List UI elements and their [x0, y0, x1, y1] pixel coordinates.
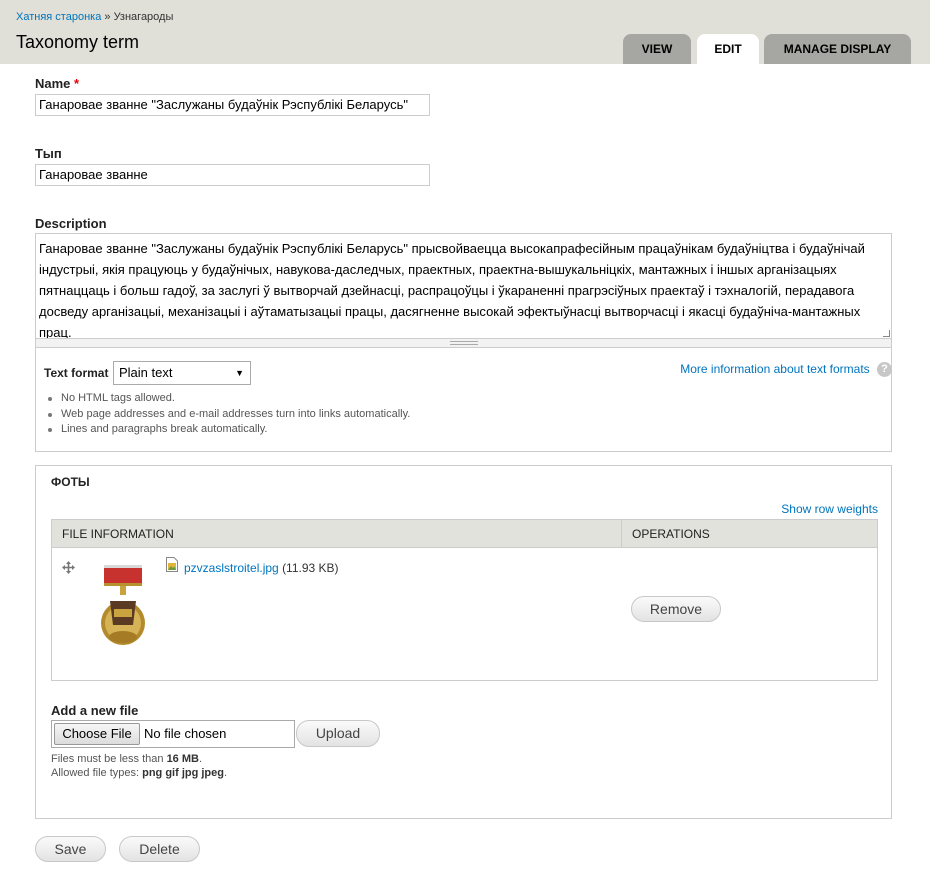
text-format-tips: No HTML tags allowed. Web page addresses… [45, 391, 410, 438]
resize-corner-icon[interactable] [883, 330, 890, 337]
choose-file-label: Choose File [62, 726, 132, 741]
name-label: Name * [35, 76, 79, 91]
table-header-row: File information Operations [52, 520, 877, 548]
medal-thumbnail-image [101, 565, 145, 645]
file-input[interactable]: Choose File No file chosen [51, 720, 295, 748]
files-table: File information Operations [51, 519, 878, 681]
tab-manage-display[interactable]: Manage display [764, 34, 911, 64]
text-format-label: Text format [44, 366, 109, 380]
page-header: Хатняя старонка » Узнагароды Taxonomy te… [0, 0, 930, 64]
file-types-suffix: . [223, 767, 228, 779]
type-label: Тып [35, 146, 62, 161]
file-types-prefix: Allowed file types: [51, 767, 140, 779]
save-button[interactable]: Save [35, 836, 106, 862]
tip-item: No HTML tags allowed. [45, 391, 410, 407]
upload-button[interactable]: Upload [296, 720, 380, 747]
delete-button[interactable]: Delete [119, 836, 200, 862]
show-row-weights-link[interactable]: Show row weights [781, 502, 878, 516]
column-header-file-information: File information [62, 527, 174, 541]
description-textarea[interactable]: Ганаровае званне "Заслужаны будаўнік Рэс… [35, 233, 892, 339]
drag-handle-icon[interactable] [62, 561, 75, 574]
tab-edit[interactable]: Edit [697, 34, 759, 64]
no-file-chosen-text: No file chosen [144, 726, 227, 741]
name-label-text: Name [35, 76, 71, 91]
image-file-icon [166, 557, 178, 572]
text-format-select[interactable]: Plain text ▼ [113, 361, 251, 385]
file-link[interactable]: pzvzaslstroitel.jpg [184, 561, 279, 575]
file-size-suffix: . [198, 753, 203, 765]
breadcrumb-current: Узнагароды [113, 11, 174, 23]
file-size-limit: Files must be less than 16 MB. [51, 753, 202, 765]
file-size: (11.93 KB) [282, 561, 339, 575]
breadcrumb-home-link[interactable]: Хатняя старонка [16, 11, 101, 23]
description-value: Ганаровае званне "Заслужаны будаўнік Рэс… [39, 241, 865, 339]
breadcrumb-separator: » [104, 11, 111, 23]
delete-button-label: Delete [139, 841, 180, 857]
remove-button[interactable]: Remove [631, 596, 721, 622]
question-icon[interactable]: ? [877, 362, 892, 378]
grip-lines-icon [450, 341, 478, 345]
column-header-operations: Operations [632, 527, 710, 541]
text-format-selected: Plain text [119, 365, 173, 380]
textarea-resize-handle[interactable] [35, 339, 892, 348]
file-size-value: 16 MB [166, 753, 199, 765]
page-title: Taxonomy term [16, 32, 140, 52]
breadcrumb: Хатняя старонка » Узнагароды [16, 11, 173, 23]
name-input[interactable]: Ганаровае званне "Заслужаны будаўнік Рэс… [35, 94, 430, 116]
type-input[interactable]: Ганаровае званне [35, 164, 430, 186]
required-mark: * [74, 76, 80, 91]
tab-view[interactable]: View [623, 34, 691, 64]
tab-edit-label: Edit [714, 42, 742, 56]
file-info: pzvzaslstroitel.jpg (11.93 KB) [184, 561, 339, 575]
file-types-value: png gif jpg jpeg [142, 767, 224, 779]
name-input-value: Ганаровае званне "Заслужаны будаўнік Рэс… [39, 97, 408, 112]
tip-item: Lines and paragraphs break automatically… [45, 422, 410, 438]
tab-manage-display-label: Manage display [783, 42, 892, 56]
tab-view-label: View [641, 42, 673, 56]
allowed-file-types: Allowed file types: png gif jpg jpeg. [51, 767, 227, 779]
tip-item: Web page addresses and e-mail addresses … [45, 407, 410, 423]
add-new-file-label: Add a new file [51, 703, 139, 718]
choose-file-button[interactable]: Choose File [54, 723, 140, 745]
photos-legend: ФОТЫ [51, 475, 90, 489]
dropdown-arrow-icon: ▼ [235, 368, 244, 378]
more-info-text-formats-link[interactable]: More information about text formats [680, 362, 869, 376]
save-button-label: Save [54, 841, 87, 857]
upload-button-label: Upload [315, 725, 361, 741]
type-input-value: Ганаровае званне [39, 167, 148, 182]
file-size-prefix: Files must be less than [51, 753, 164, 765]
description-label: Description [35, 216, 107, 231]
remove-button-label: Remove [649, 601, 703, 617]
text-format-help: More information about text formats ? [680, 362, 892, 378]
